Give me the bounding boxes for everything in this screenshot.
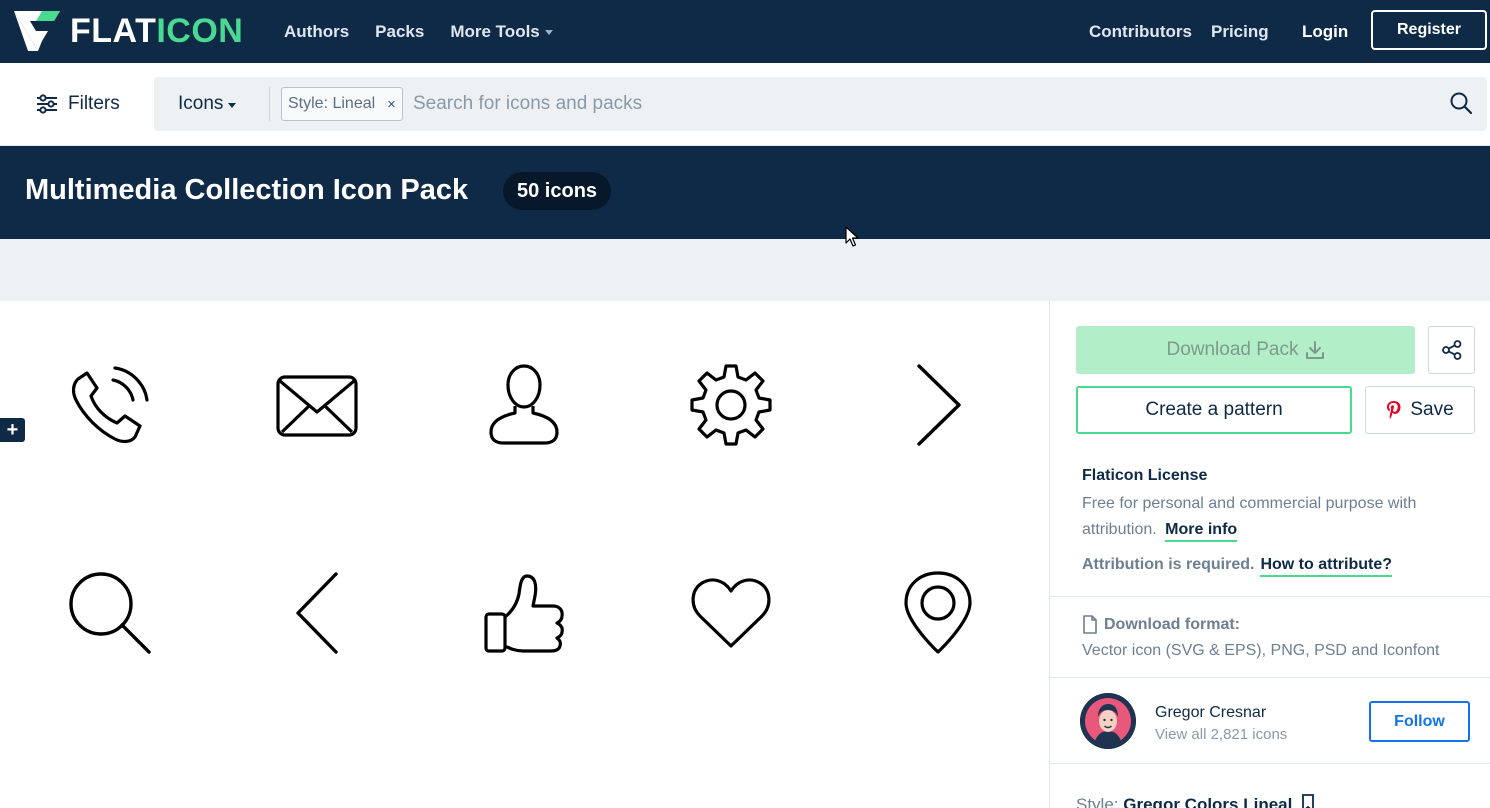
envelope-icon[interactable] (272, 360, 362, 450)
file-icon (1083, 615, 1097, 634)
banner-spacer (0, 239, 1490, 301)
top-navigation-bar: FLATICON Authors Packs More Tools Contri… (0, 0, 1490, 63)
pinterest-icon (1387, 401, 1401, 419)
chevron-down-icon (544, 30, 553, 35)
search-input[interactable] (413, 85, 1413, 123)
download-icon (1305, 341, 1324, 359)
sliders-icon (37, 94, 57, 114)
search-icon[interactable] (65, 568, 155, 658)
nav-link-packs[interactable]: Packs (375, 22, 424, 42)
search-divider (269, 87, 270, 121)
author-name[interactable]: Gregor Cresnar (1155, 704, 1266, 722)
share-icon (1441, 340, 1461, 360)
attribution-line: Attribution is required. How to attribute… (1082, 556, 1392, 577)
save-button[interactable]: Save (1365, 386, 1475, 434)
icon-grid (0, 301, 1049, 808)
nav-link-pricing[interactable]: Pricing (1211, 22, 1269, 42)
phone-ringing-icon[interactable] (65, 360, 155, 450)
license-description: Free for personal and commercial purpose… (1082, 491, 1472, 543)
download-format-title: Download format: (1082, 615, 1240, 634)
register-button[interactable]: Register (1371, 10, 1487, 50)
search-row: Filters Icons Style: Lineal × (0, 63, 1490, 146)
nav-link-more-tools[interactable]: More Tools (450, 21, 553, 42)
thumbs-up-icon[interactable] (479, 568, 569, 658)
filters-button[interactable]: Filters (36, 93, 120, 115)
style-filter-label: Style: Lineal (288, 95, 376, 112)
license-text: Free for personal and commercial purpose… (1082, 495, 1417, 538)
flaticon-logo[interactable]: FLATICON (12, 9, 243, 53)
more-info-link[interactable]: More info (1165, 521, 1238, 542)
mouse-cursor-icon (845, 226, 859, 247)
close-icon[interactable]: × (387, 96, 396, 113)
more-tools-label: More Tools (450, 21, 540, 41)
heart-icon[interactable] (686, 568, 776, 658)
pack-sidebar: Download Pack Create a pattern Save Flat… (1049, 301, 1490, 808)
page-title: Multimedia Collection Icon Pack (25, 174, 469, 206)
style-name-link[interactable]: Gregor Colors Lineal (1123, 795, 1292, 808)
search-icon[interactable] (1449, 91, 1473, 115)
expand-plus-button[interactable]: + (0, 418, 25, 442)
nav-link-authors[interactable]: Authors (284, 22, 349, 42)
chevron-down-icon (228, 102, 237, 108)
create-pattern-button[interactable]: Create a pattern (1076, 386, 1352, 434)
pack-banner: Multimedia Collection Icon Pack 50 icons (0, 146, 1490, 239)
nav-link-contributors[interactable]: Contributors (1089, 22, 1192, 42)
icon-count-badge: 50 icons (503, 172, 612, 210)
attribution-required-text: Attribution is required. (1082, 556, 1255, 573)
author-icons-link[interactable]: View all 2,821 icons (1155, 726, 1287, 743)
follow-button[interactable]: Follow (1369, 701, 1470, 742)
download-pack-button[interactable]: Download Pack (1076, 326, 1415, 374)
flaticon-logo-icon (14, 11, 60, 51)
login-link[interactable]: Login (1302, 22, 1348, 42)
logo-wordmark: FLATICON (70, 12, 244, 50)
style-line: Style: Gregor Colors Lineal (1076, 794, 1315, 808)
search-type-select[interactable]: Icons (178, 93, 237, 115)
author-avatar[interactable] (1080, 693, 1136, 749)
style-label: Style: (1076, 795, 1119, 808)
location-pin-icon[interactable] (893, 568, 983, 658)
license-title: Flaticon License (1082, 467, 1208, 484)
style-filter-tag: Style: Lineal × (281, 87, 403, 121)
bookmark-icon (1302, 794, 1314, 808)
divider (1050, 677, 1490, 678)
chevron-right-icon[interactable] (893, 360, 983, 450)
divider (1050, 596, 1490, 597)
filters-label: Filters (68, 93, 120, 114)
save-label: Save (1410, 399, 1454, 420)
download-format-text: Vector icon (SVG & EPS), PNG, PSD and Ic… (1082, 642, 1440, 659)
share-button[interactable] (1428, 326, 1475, 374)
user-icon[interactable] (479, 360, 569, 450)
download-pack-label: Download Pack (1166, 339, 1299, 360)
author-avatar-icon (1080, 693, 1136, 749)
divider (1050, 763, 1490, 764)
search-type-label: Icons (178, 93, 224, 114)
gear-icon[interactable] (686, 360, 776, 450)
nav-left-links: Authors Packs More Tools (284, 0, 579, 63)
chevron-left-icon[interactable] (272, 568, 362, 658)
download-format-label: Download format: (1104, 615, 1240, 633)
how-to-attribute-link[interactable]: How to attribute? (1260, 556, 1392, 577)
search-box: Icons Style: Lineal × (154, 77, 1487, 131)
